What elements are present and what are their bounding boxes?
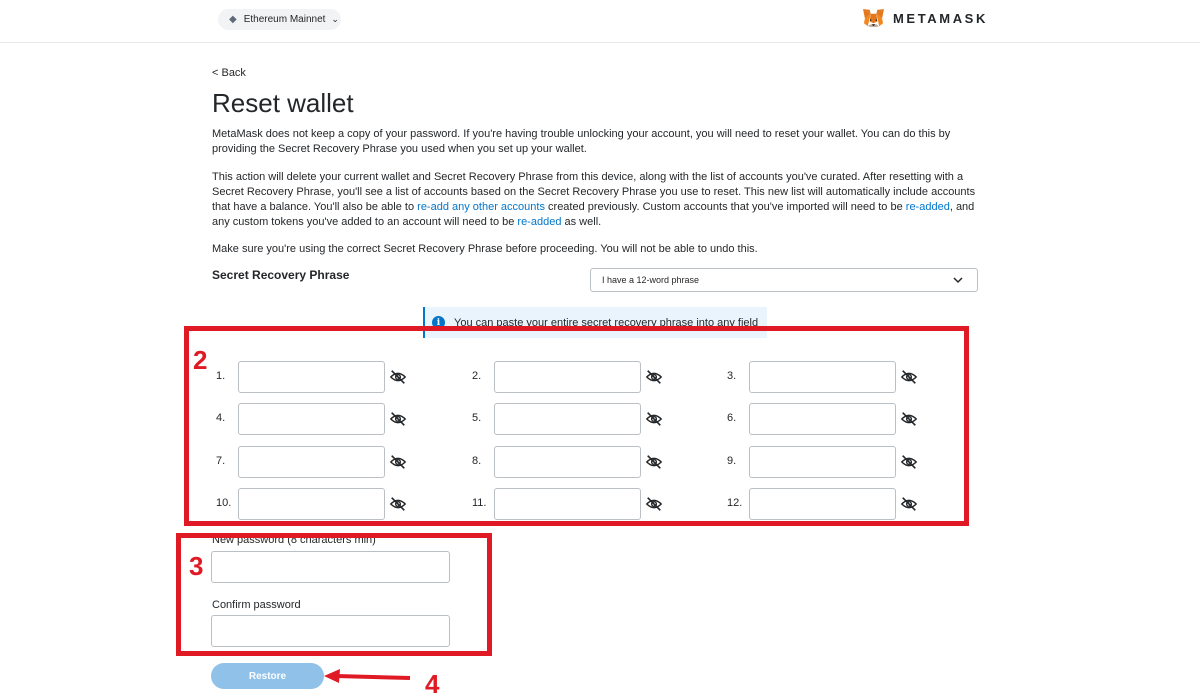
srp-length-dropdown[interactable]: I have a 12-word phrase: [590, 268, 978, 292]
annotation-label-2: 2: [193, 345, 208, 375]
page-title: Reset wallet: [212, 88, 354, 118]
intro-paragraph: MetaMask does not keep a copy of your pa…: [212, 128, 951, 155]
ethereum-icon: ◆: [229, 14, 237, 25]
srp-label: Secret Recovery Phrase: [212, 268, 350, 282]
annotation-arrow: [324, 669, 411, 683]
annotation-label-4: 4: [425, 669, 440, 699]
srp-length-selected: I have a 12-word phrase: [602, 275, 700, 285]
restore-button[interactable]: Restore: [211, 663, 324, 689]
re-added-link-1[interactable]: re-added: [906, 201, 950, 213]
annotation-label-3: 3: [189, 551, 204, 581]
warning-paragraph: This action will delete your current wal…: [212, 170, 982, 230]
fox-icon: [863, 8, 884, 28]
metamask-logo: METAMASK: [862, 8, 988, 28]
chevron-down-icon: [953, 277, 963, 284]
network-name: Ethereum Mainnet: [243, 14, 326, 25]
caution-paragraph: Make sure you're using the correct Secre…: [212, 243, 758, 255]
logo-wordmark: METAMASK: [893, 10, 988, 26]
warning-text-2: created previously. Custom accounts that…: [544, 201, 906, 213]
annotation-box-srp: [184, 326, 969, 526]
chevron-down-icon: ⌄: [331, 14, 339, 24]
re-added-link-2[interactable]: re-added: [517, 216, 561, 228]
network-selector[interactable]: ◆ Ethereum Mainnet ⌄: [218, 9, 341, 30]
warning-text-4: as well.: [561, 216, 602, 228]
re-add-accounts-link[interactable]: re-add any other accounts: [417, 201, 545, 213]
back-link[interactable]: < Back: [212, 67, 246, 79]
annotation-box-password: [176, 533, 492, 656]
top-bar: ◆ Ethereum Mainnet ⌄ METAMASK: [0, 0, 1200, 43]
